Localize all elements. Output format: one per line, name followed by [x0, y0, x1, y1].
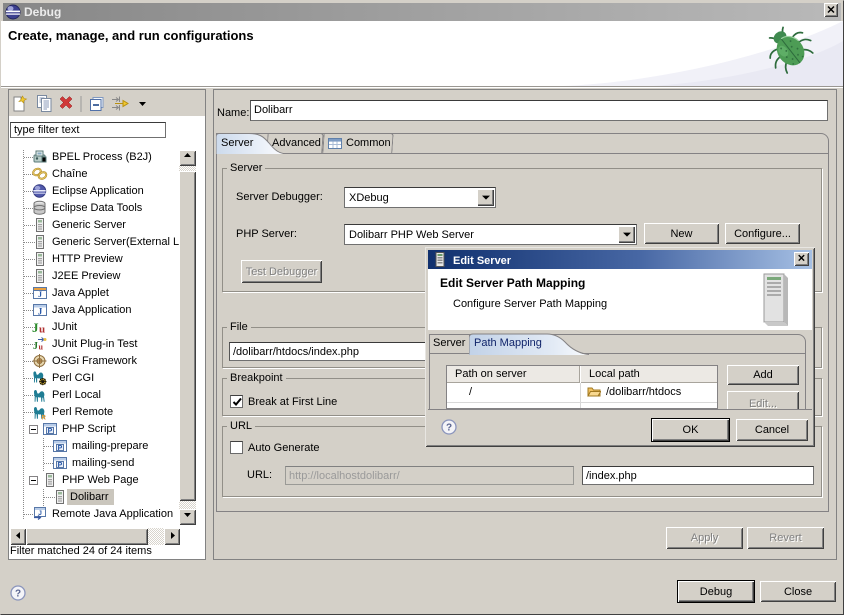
svg-text:?: ? [15, 589, 21, 600]
svg-text:?: ? [446, 423, 452, 434]
